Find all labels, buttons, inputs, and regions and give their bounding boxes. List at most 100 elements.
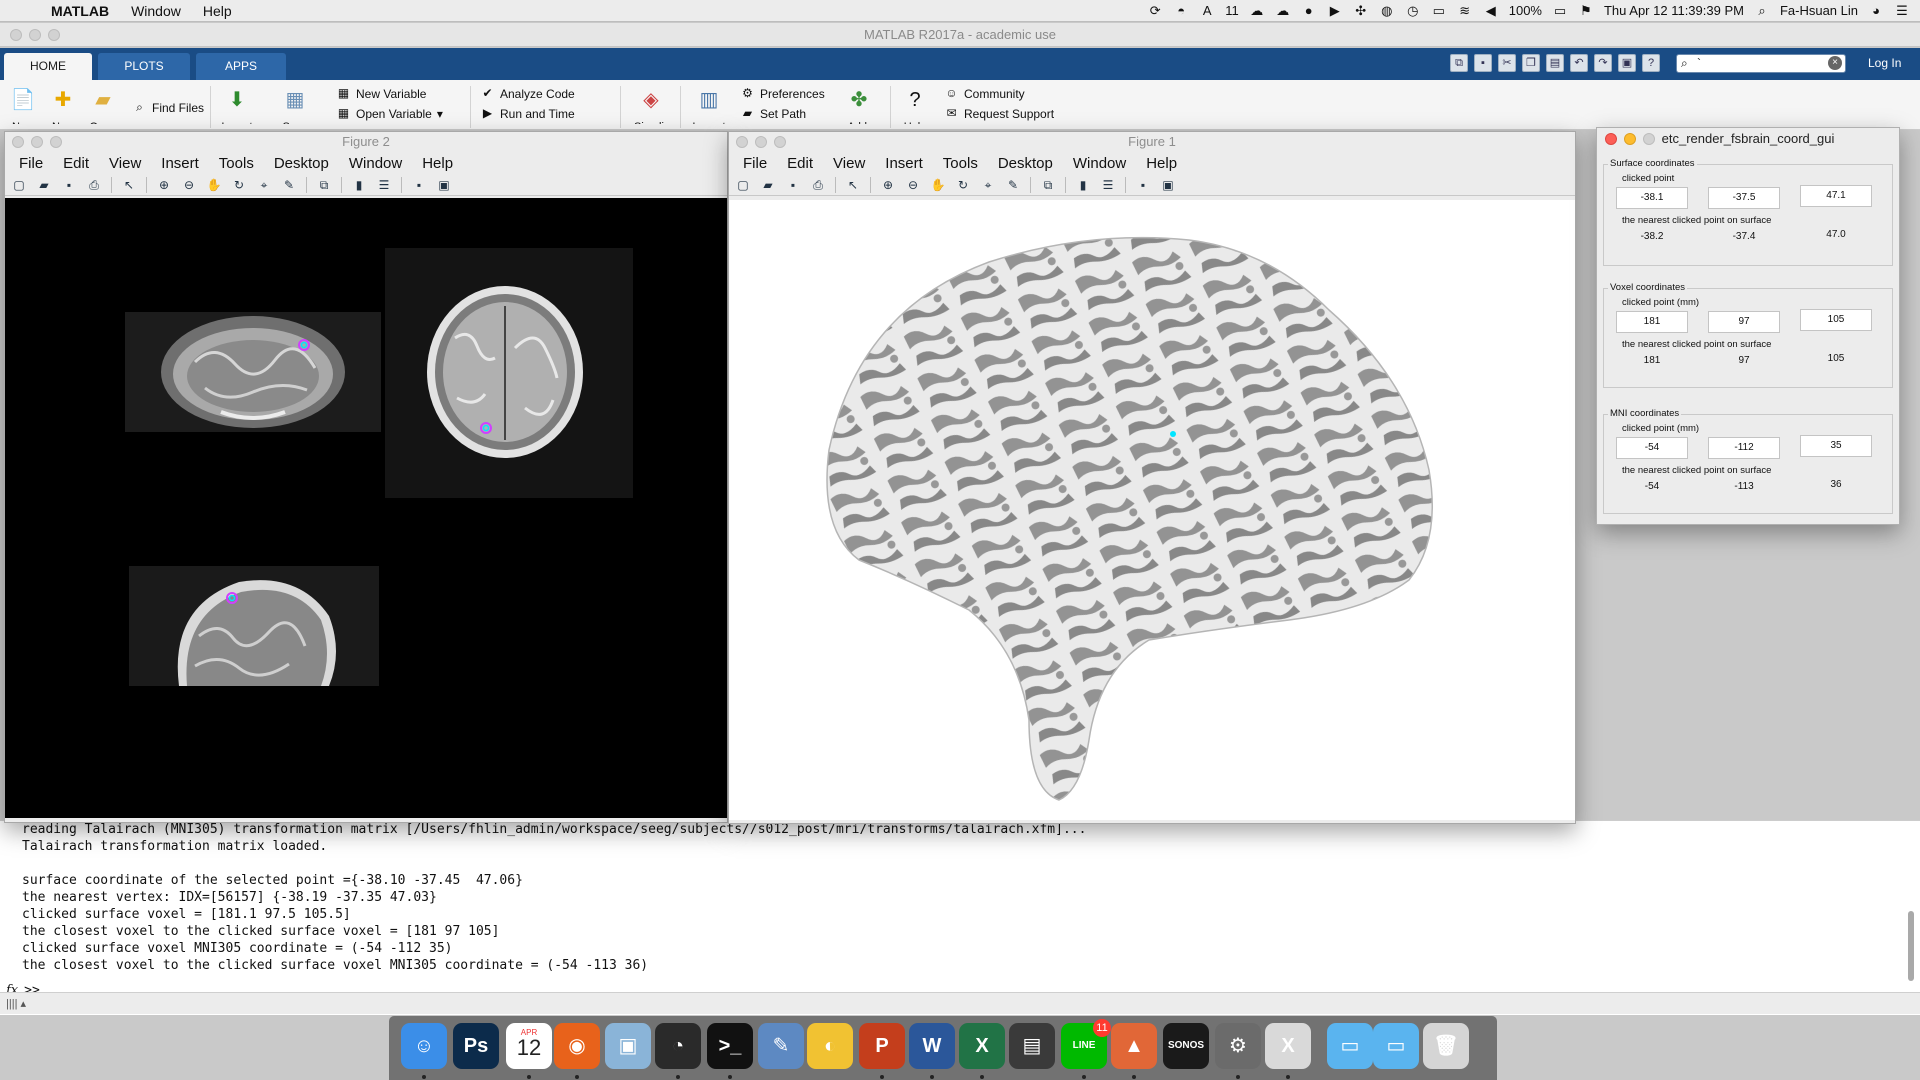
- user-name[interactable]: Fa-Hsuan Lin: [1780, 3, 1858, 18]
- simulink-button[interactable]: ◈ Simulink: [634, 86, 668, 124]
- zoom-icon[interactable]: [1643, 133, 1655, 145]
- menu-insert[interactable]: Insert: [875, 155, 933, 172]
- cloud-icon[interactable]: ☁: [1249, 3, 1265, 19]
- analyze-code-button[interactable]: ✔ Analyze Code: [480, 86, 574, 101]
- axial-slice[interactable]: [385, 248, 633, 498]
- volume-icon[interactable]: ◀: [1483, 3, 1499, 19]
- voxel-y-input[interactable]: 97: [1708, 311, 1780, 333]
- dock-app-powerpoint-icon[interactable]: P: [859, 1023, 905, 1069]
- inflated-brain-surface[interactable]: [729, 200, 1575, 820]
- menu-edit[interactable]: Edit: [777, 155, 823, 172]
- menu-window[interactable]: Window: [339, 155, 412, 172]
- hide-plot-tools-icon[interactable]: ▪: [1135, 177, 1151, 193]
- set-path-button[interactable]: ▰ Set Path: [740, 106, 806, 121]
- menu-tools[interactable]: Tools: [209, 155, 264, 172]
- save-workspace-button[interactable]: ▦ Save: [278, 86, 312, 124]
- import-data-button[interactable]: ⬇ Import: [220, 86, 254, 124]
- gauge-icon[interactable]: ◓: [1173, 3, 1189, 19]
- open-variable-button[interactable]: ▦ Open Variable ▾: [336, 106, 443, 121]
- clock[interactable]: Thu Apr 12 11:39:39 PM: [1604, 3, 1744, 18]
- community-button[interactable]: ☺ Community: [944, 86, 1024, 101]
- flag-icon[interactable]: ⚑: [1578, 3, 1594, 19]
- sync-icon[interactable]: ⟳: [1147, 3, 1163, 19]
- mni-y-input[interactable]: -112: [1708, 437, 1780, 459]
- show-plot-tools-icon[interactable]: ▣: [1160, 177, 1176, 193]
- open-icon[interactable]: ▰: [36, 177, 52, 193]
- data-cursor-icon[interactable]: ⌖: [256, 177, 272, 193]
- airplay-icon[interactable]: ▭: [1431, 3, 1447, 19]
- preferences-button[interactable]: ⚙ Preferences: [740, 86, 825, 101]
- link-icon[interactable]: ⧉: [316, 177, 332, 193]
- close-icon[interactable]: [1605, 133, 1617, 145]
- dock-app-preview-icon[interactable]: ▣: [605, 1023, 651, 1069]
- dock-app-folder2-icon[interactable]: ▭: [1373, 1023, 1419, 1069]
- menu-window[interactable]: Window: [120, 3, 192, 19]
- line-icon[interactable]: ◍: [1379, 3, 1395, 19]
- figure-1-canvas[interactable]: [729, 200, 1575, 820]
- cloud-upload-icon[interactable]: ☁: [1275, 3, 1291, 19]
- cut-icon[interactable]: ✂: [1498, 54, 1516, 72]
- minimize-icon[interactable]: [1624, 133, 1636, 145]
- print-icon[interactable]: ⎙: [810, 177, 826, 193]
- dock-app-firefox-icon[interactable]: ◉: [554, 1023, 600, 1069]
- surface-x-input[interactable]: -38.1: [1616, 187, 1688, 209]
- dock-app-prefs-icon[interactable]: ⚙: [1215, 1023, 1261, 1069]
- new-script-button[interactable]: 📄 New: [6, 86, 40, 124]
- minimize-icon[interactable]: [31, 136, 43, 148]
- dock-app-sonos-icon[interactable]: SONOS: [1163, 1023, 1209, 1069]
- menu-window[interactable]: Window: [1063, 155, 1136, 172]
- dock-app-terminal-icon[interactable]: >_: [707, 1023, 753, 1069]
- dock-app-photoshop-icon[interactable]: Ps: [453, 1023, 499, 1069]
- zoom-icon[interactable]: [48, 29, 60, 41]
- save-icon[interactable]: ▪: [1474, 54, 1492, 72]
- new-variable-button[interactable]: ▦ New Variable: [336, 86, 427, 101]
- figure-1-window-controls[interactable]: [736, 136, 786, 148]
- legend-icon[interactable]: ☰: [376, 177, 392, 193]
- spotlight-icon[interactable]: ⌕: [1754, 3, 1770, 19]
- save-icon[interactable]: ▪: [785, 177, 801, 193]
- close-icon[interactable]: [10, 29, 22, 41]
- matlab-window-controls[interactable]: [10, 29, 60, 41]
- tab-home[interactable]: HOME: [4, 53, 92, 80]
- text-icon[interactable]: A: [1199, 3, 1215, 19]
- surface-z-input[interactable]: 47.1: [1800, 185, 1872, 207]
- time-machine-icon[interactable]: ◷: [1405, 3, 1421, 19]
- new-figure-icon[interactable]: ▢: [735, 177, 751, 193]
- redo-icon[interactable]: ↷: [1594, 54, 1612, 72]
- menu-view[interactable]: View: [99, 155, 151, 172]
- dock-app-calendar-icon[interactable]: APR 12: [506, 1023, 552, 1069]
- link-icon[interactable]: ⧉: [1040, 177, 1056, 193]
- new-figure-icon[interactable]: ▢: [11, 177, 27, 193]
- coronal-slice[interactable]: [125, 312, 381, 432]
- dock-app-cyberduck-icon[interactable]: ◐: [807, 1023, 853, 1069]
- new-button[interactable]: ✚ New: [46, 86, 80, 124]
- command-window[interactable]: reading Talairach (MNI305) transformatio…: [0, 820, 1920, 1015]
- dock-app-trash-icon[interactable]: 🗑: [1423, 1023, 1469, 1069]
- menu-app-name[interactable]: MATLAB: [40, 3, 120, 19]
- menu-file[interactable]: File: [9, 155, 53, 172]
- zoom-icon[interactable]: [774, 136, 786, 148]
- minimize-icon[interactable]: [29, 29, 41, 41]
- pointer-icon[interactable]: ↖: [121, 177, 137, 193]
- voxel-x-input[interactable]: 181: [1616, 311, 1688, 333]
- dock-app-preview2-icon[interactable]: ✎: [758, 1023, 804, 1069]
- tab-apps[interactable]: APPS: [196, 53, 286, 80]
- zoom-out-icon[interactable]: ⊖: [905, 177, 921, 193]
- menu-help[interactable]: Help: [1136, 155, 1187, 172]
- mni-z-input[interactable]: 35: [1800, 435, 1872, 457]
- notification-icon[interactable]: ☰: [1894, 3, 1910, 19]
- dock-app-monitor-icon[interactable]: ▤: [1009, 1023, 1055, 1069]
- print-icon[interactable]: ⎙: [86, 177, 102, 193]
- undo-icon[interactable]: ↶: [1570, 54, 1588, 72]
- find-files-button[interactable]: ⌕ Find Files: [132, 100, 204, 115]
- menu-view[interactable]: View: [823, 155, 875, 172]
- dock-app-line-icon[interactable]: LINE 11: [1061, 1019, 1111, 1069]
- dock-app-activity-icon[interactable]: ◔: [655, 1023, 701, 1069]
- pointer-icon[interactable]: ↖: [845, 177, 861, 193]
- open-button[interactable]: ▰ Open: [86, 86, 120, 124]
- siri-icon[interactable]: ◕: [1868, 3, 1884, 19]
- menu-insert[interactable]: Insert: [151, 155, 209, 172]
- menu-help[interactable]: Help: [412, 155, 463, 172]
- minimize-icon[interactable]: [755, 136, 767, 148]
- legend-icon[interactable]: ☰: [1100, 177, 1116, 193]
